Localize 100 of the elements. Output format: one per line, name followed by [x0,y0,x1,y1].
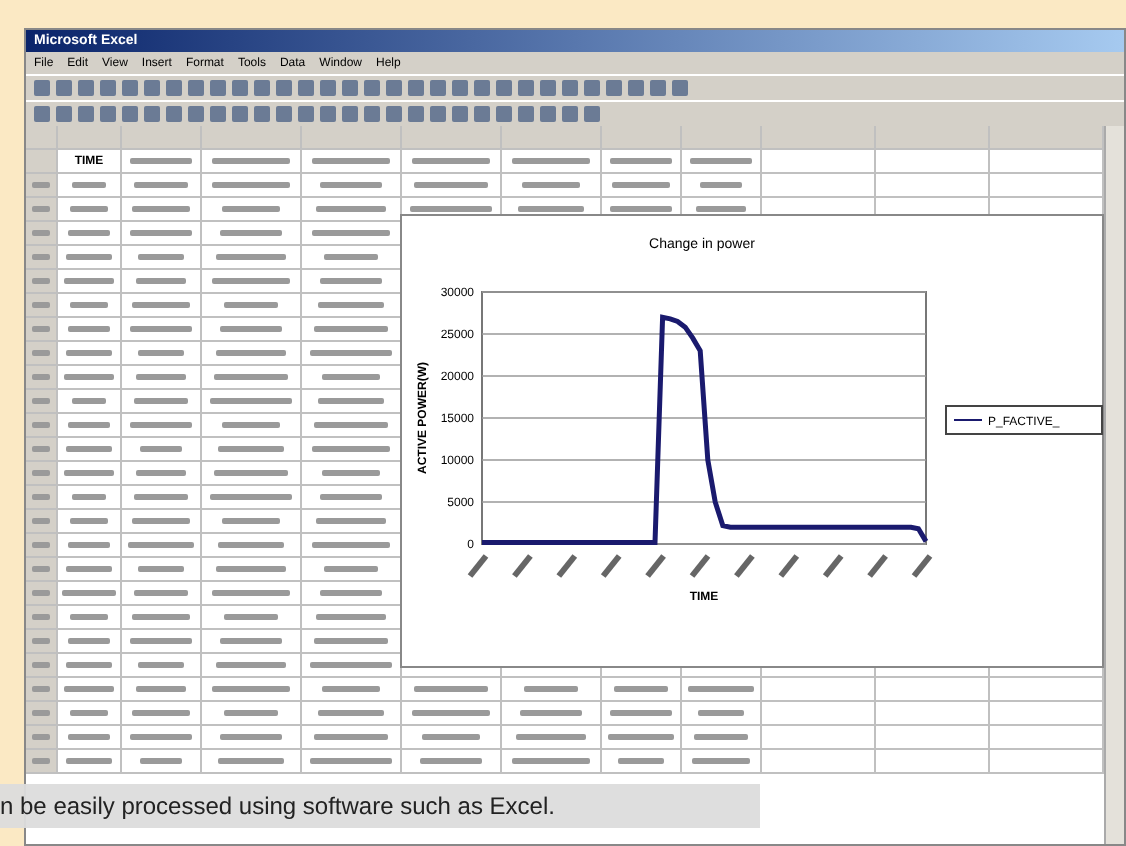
row-header[interactable] [26,342,58,366]
vertical-scrollbar[interactable] [1104,126,1124,844]
blurred-cell-text [65,566,113,572]
blurred-cell-text [67,542,111,548]
blurred-cell-text [129,638,193,644]
blurred-cell-text [699,182,743,188]
row-header[interactable] [26,318,58,342]
blurred-cell-text [62,590,116,596]
grid-cell [876,750,990,774]
blurred-cell-text [220,734,282,740]
row-header[interactable] [26,630,58,654]
grid-cell [990,702,1104,726]
blurred-cell-text [414,686,488,692]
column-header[interactable] [26,126,58,150]
x-tick-label-smudge [734,554,755,578]
row-header[interactable] [26,438,58,462]
column-header[interactable] [682,126,762,150]
row-header[interactable] [26,462,58,486]
column-header[interactable] [402,126,502,150]
row-header[interactable] [26,366,58,390]
blurred-cell-text [130,734,192,740]
blurred-cell-text [129,326,193,332]
column-header[interactable] [602,126,682,150]
row-header[interactable] [26,486,58,510]
row-header[interactable] [26,414,58,438]
blurred-cell-text [139,446,183,452]
blurred-cell-text [69,518,109,524]
column-header[interactable] [58,126,122,150]
column-header[interactable] [202,126,302,150]
column-header[interactable] [876,126,990,150]
blurred-cell-text [314,734,388,740]
blurred-cell-text [69,206,109,212]
blurred-cell-text [220,326,282,332]
row-header[interactable] [26,750,58,774]
blurred-cell-text [612,182,670,188]
blurred-cell-text [311,446,391,452]
row-header[interactable] [26,654,58,678]
blurred-cell-text [135,278,187,284]
blurred-cell-text [215,254,287,260]
blurred-cell-text [419,758,483,764]
column-header[interactable] [502,126,602,150]
blurred-cell-text [312,542,390,548]
blurred-cell-text [521,182,581,188]
blurred-cell-text [217,446,285,452]
row-header[interactable] [26,198,58,222]
x-tick-label-smudge [600,554,622,578]
blurred-cell-text [310,758,392,764]
blurred-cell-text [409,206,493,212]
blurred-cell-text [316,206,386,212]
blurred-cell-text [224,710,278,716]
blurred-cell-text [71,398,107,404]
column-header[interactable] [762,126,876,150]
column-header[interactable] [302,126,402,150]
blurred-cell-text [66,446,112,452]
blurred-cell-text [320,590,382,596]
blurred-cell-text [609,206,673,212]
blurred-cell-text [137,566,185,572]
row-header[interactable] [26,510,58,534]
blurred-cell-text [63,278,115,284]
row-header[interactable] [26,150,58,174]
row-header[interactable] [26,390,58,414]
x-tick-label-smudge [512,554,533,578]
blurred-cell-text [519,710,583,716]
row-header[interactable] [26,678,58,702]
blurred-cell-text [222,206,280,212]
row-header[interactable] [26,582,58,606]
row-header[interactable] [26,702,58,726]
blurred-cell-text [219,230,283,236]
blurred-cell-text [219,638,283,644]
blurred-cell-text [692,758,750,764]
row-header[interactable] [26,174,58,198]
row-header[interactable] [26,294,58,318]
blurred-cell-text [138,254,184,260]
x-tick-label-smudge [822,554,844,578]
blurred-cell-text [66,758,112,764]
column-header[interactable] [990,126,1104,150]
row-header[interactable] [26,222,58,246]
blurred-cell-text [66,350,112,356]
blurred-cell-text [131,206,191,212]
row-header[interactable] [26,246,58,270]
grid-cell [990,750,1104,774]
column-header[interactable] [122,126,202,150]
blurred-cell-text [320,278,382,284]
blurred-cell-text [70,302,108,308]
blurred-cell-text [213,374,289,380]
x-tick-label-smudge [689,554,711,578]
row-header[interactable] [26,606,58,630]
grid-cell [990,174,1104,198]
row-header[interactable] [26,726,58,750]
blurred-cell-text [613,686,669,692]
blurred-cell-text [317,710,385,716]
blurred-cell-text [697,710,745,716]
blurred-cell-text [413,182,489,188]
row-header[interactable] [26,534,58,558]
blurred-cell-text [70,614,108,620]
grid-cell [990,726,1104,750]
row-header[interactable] [26,270,58,294]
blurred-cell-text [211,158,291,164]
grid-cell [876,726,990,750]
row-header[interactable] [26,558,58,582]
